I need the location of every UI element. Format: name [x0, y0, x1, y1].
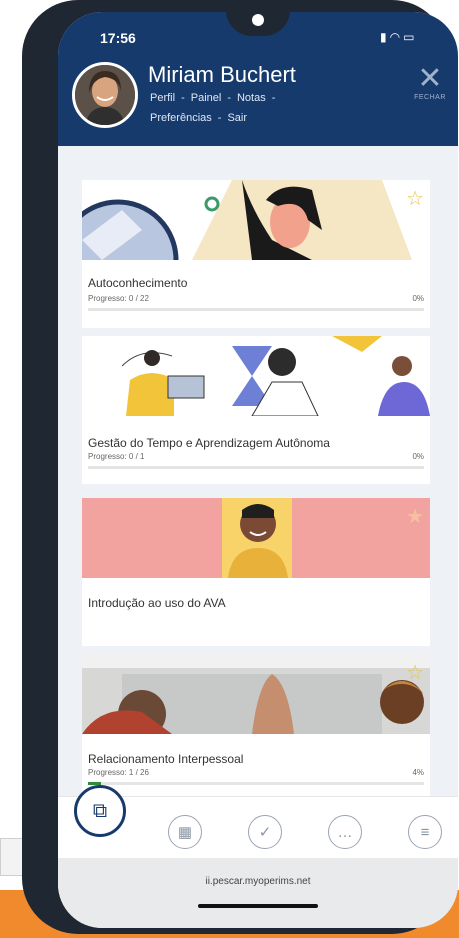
star-icon[interactable]: ☆ [406, 660, 424, 685]
course-card[interactable]: ☆ Relacionamento Interpessoal Progresso:… [82, 654, 430, 800]
avatar[interactable] [72, 62, 138, 128]
url-text[interactable]: ii.pescar.myoperims.net [58, 876, 458, 887]
nav-separator: - [271, 92, 276, 104]
nav-separator: - [217, 112, 222, 124]
user-name: Miriam Buchert [148, 62, 296, 87]
check-icon[interactable]: ✓ [248, 815, 282, 849]
signal-icon: ▮ [380, 30, 390, 44]
app-header: 17:56 ▮◠▭ Miriam Buchert Perfil - Painel - N… [58, 12, 458, 146]
course-title: Gestão do Tempo e Aprendizagem Autônoma [88, 436, 330, 450]
home-indicator[interactable] [198, 904, 318, 908]
close-label: FECHAR [414, 94, 446, 101]
course-progress-text: Progresso: 1 / 26 [88, 768, 149, 777]
course-progress-percent: 0% [412, 294, 424, 303]
calendar-icon[interactable]: ▦ [168, 815, 202, 849]
nav-link-painel[interactable]: Painel [191, 92, 222, 104]
close-icon: ✕ [417, 62, 443, 95]
course-card[interactable]: ★ Introdução ao uso do AVA [82, 498, 430, 646]
nav-separator: - [181, 92, 185, 104]
progress-bar [88, 308, 424, 311]
course-image [82, 180, 430, 260]
chat-icon[interactable]: … [328, 815, 362, 849]
nav-link-sair[interactable]: Sair [227, 112, 247, 124]
volume-down-button [36, 252, 48, 328]
course-card[interactable]: ☆ Autoconhecimento Progresso: 0 / 22 0% [82, 180, 430, 328]
wifi-icon: ◠ [389, 30, 404, 44]
nav-separator: - [227, 92, 231, 104]
status-icons: ▮◠▭ [380, 30, 417, 44]
course-title: Introdução ao uso do AVA [88, 596, 226, 610]
course-list: ☆ Autoconhecimento Progresso: 0 / 22 0% [58, 146, 458, 800]
phone-screen: 17:56 ▮◠▭ Miriam Buchert Perfil - Painel - N… [58, 12, 458, 928]
nav-link-perfil[interactable]: Perfil [150, 92, 175, 104]
star-icon[interactable]: ☆ [406, 186, 424, 211]
sitemap-icon[interactable]: ⧉ [74, 785, 126, 837]
course-card[interactable]: Gestão do Tempo e Aprendizagem Autônoma … [82, 336, 430, 484]
course-image [82, 498, 430, 578]
course-progress-text: Progresso: 0 / 1 [88, 452, 145, 461]
course-progress-text: Progresso: 0 / 22 [88, 294, 149, 303]
progress-bar [88, 466, 424, 469]
progress-bar [88, 782, 424, 785]
volume-up-button [36, 158, 48, 234]
header-nav-line-1: Perfil - Painel - Notas - [150, 92, 281, 104]
message-icon[interactable]: ≡ [408, 815, 442, 849]
bottom-navigation: ⧉ ▦ ✓ … ≡ [58, 785, 458, 859]
close-button[interactable]: ✕ FECHAR [410, 64, 450, 114]
phone-frame: 17:56 ▮◠▭ Miriam Buchert Perfil - Painel - N… [22, 0, 458, 934]
star-icon[interactable]: ★ [406, 504, 424, 529]
browser-url-bar: ii.pescar.myoperims.net [58, 858, 458, 928]
course-progress-percent: 4% [412, 768, 424, 777]
course-image [82, 336, 430, 416]
battery-icon: ▭ [403, 30, 418, 44]
camera-icon [252, 14, 264, 26]
course-progress-percent: 0% [412, 452, 424, 461]
course-title: Relacionamento Interpessoal [88, 752, 244, 766]
header-nav-line-2: Preferências - Sair [150, 112, 253, 124]
nav-link-preferencias[interactable]: Preferências [150, 112, 212, 124]
course-image [82, 654, 430, 734]
nav-link-notas[interactable]: Notas [237, 92, 266, 104]
course-title: Autoconhecimento [88, 276, 188, 290]
status-time: 17:56 [100, 30, 136, 46]
